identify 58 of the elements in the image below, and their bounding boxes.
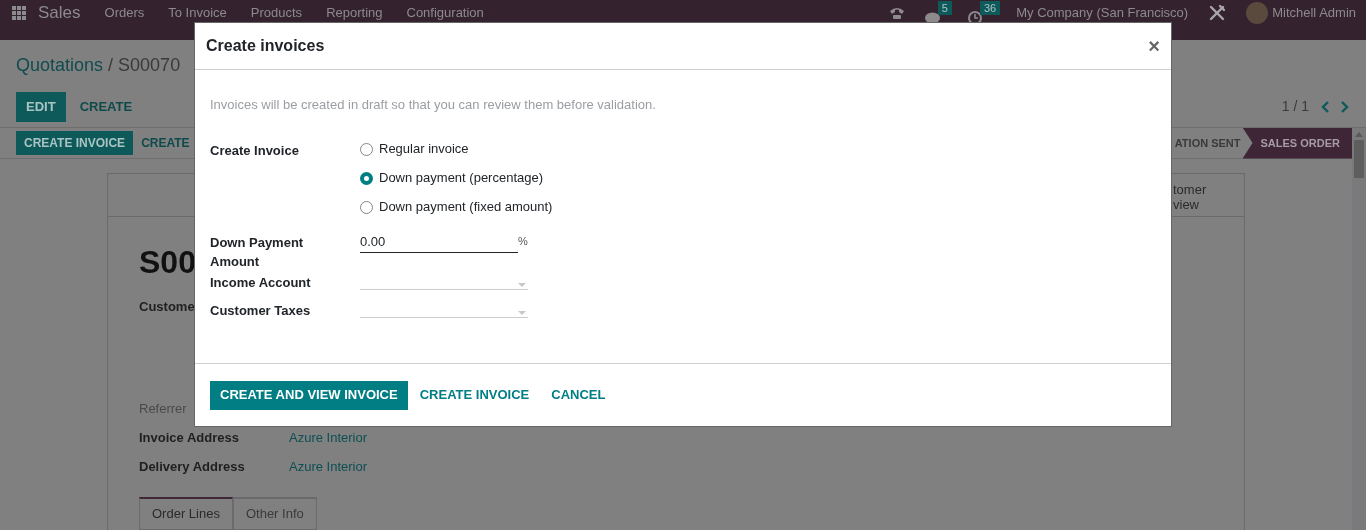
breadcrumb-separator: / — [108, 53, 114, 77]
status-stage[interactable]: ATION SENT — [1174, 127, 1243, 159]
radio-button[interactable] — [360, 200, 373, 214]
menu-item[interactable]: Configuration — [406, 3, 484, 23]
radio-button[interactable] — [360, 171, 373, 185]
phone-icon[interactable] — [888, 6, 905, 20]
caret-icon — [518, 310, 526, 315]
radio-label[interactable]: Regular invoice — [379, 139, 469, 159]
scrollbar[interactable] — [1352, 128, 1366, 530]
radio-button[interactable] — [360, 142, 373, 156]
field-label: Down Payment Amount — [210, 233, 305, 271]
radio-label[interactable]: Down payment (fixed amount) — [379, 197, 553, 217]
chevron-right-icon[interactable] — [1340, 100, 1350, 113]
radio-label[interactable]: Down payment (percentage) — [379, 168, 544, 188]
notebook-tab[interactable]: Other Info — [232, 496, 317, 530]
edit-button[interactable]: EDIT — [16, 91, 66, 122]
menu-item[interactable]: Reporting — [326, 3, 383, 23]
menu-item[interactable]: Products — [250, 3, 303, 23]
breadcrumb-current: S00070 — [118, 53, 181, 77]
field-label: Create Invoice — [210, 141, 300, 160]
company-switcher[interactable]: My Company (San Francisco) — [1016, 3, 1189, 23]
amount-input[interactable]: 0.00 — [360, 232, 518, 253]
menu-item[interactable]: To Invoice — [168, 3, 227, 23]
close-button[interactable]: × — [1148, 36, 1160, 56]
menu-item[interactable]: Orders — [104, 3, 145, 23]
dialog-title: Create invoices — [206, 36, 326, 56]
chevron-left-icon[interactable] — [1320, 100, 1330, 113]
caret-icon — [518, 282, 526, 287]
scroll-up-icon[interactable] — [1355, 132, 1363, 137]
info-text: Invoices will be created in draft so that you can review them before validation. — [210, 96, 657, 114]
create-invoice-button[interactable]: CREATE INVOICE — [16, 131, 134, 155]
primary-button[interactable]: CREATE AND VIEW INVOICE — [210, 380, 408, 410]
notebook-tab[interactable]: Order Lines — [139, 496, 233, 530]
count-badge: 36 — [980, 1, 1001, 15]
count-badge: 5 — [937, 1, 952, 15]
status-stage[interactable]: SALES ORDER — [1242, 127, 1352, 159]
user-name[interactable]: Mitchell Admin — [1272, 3, 1356, 23]
app-name[interactable]: Sales — [38, 0, 81, 26]
clock-icon[interactable] — [968, 11, 982, 25]
apps-grid-icon[interactable] — [12, 6, 26, 20]
pager-counter: 1 / 1 — [1281, 97, 1309, 116]
field-label: Delivery Address — [139, 457, 246, 473]
field-label: Invoice Address — [139, 428, 240, 444]
field-label: Custome — [139, 298, 195, 316]
tools-icon[interactable] — [1208, 4, 1227, 22]
create-button[interactable]: CREATE — [65, 91, 147, 122]
link-button[interactable]: CREATE INVOICE — [409, 380, 540, 410]
address-link[interactable]: Azure Interior — [289, 427, 368, 444]
field-label: Income Account — [210, 273, 312, 292]
link-button[interactable]: CANCEL — [541, 380, 616, 410]
field-label: Customer Taxes — [210, 301, 312, 320]
unit-label: % — [518, 233, 528, 249]
create-button[interactable]: CREATE — [133, 131, 198, 155]
record-title: S00 — [139, 244, 196, 280]
scrollbar-thumb[interactable] — [1354, 140, 1364, 178]
breadcrumb-link[interactable]: Quotations — [16, 51, 104, 79]
address-link[interactable]: Azure Interior — [289, 456, 368, 473]
user-avatar[interactable] — [1246, 2, 1269, 24]
